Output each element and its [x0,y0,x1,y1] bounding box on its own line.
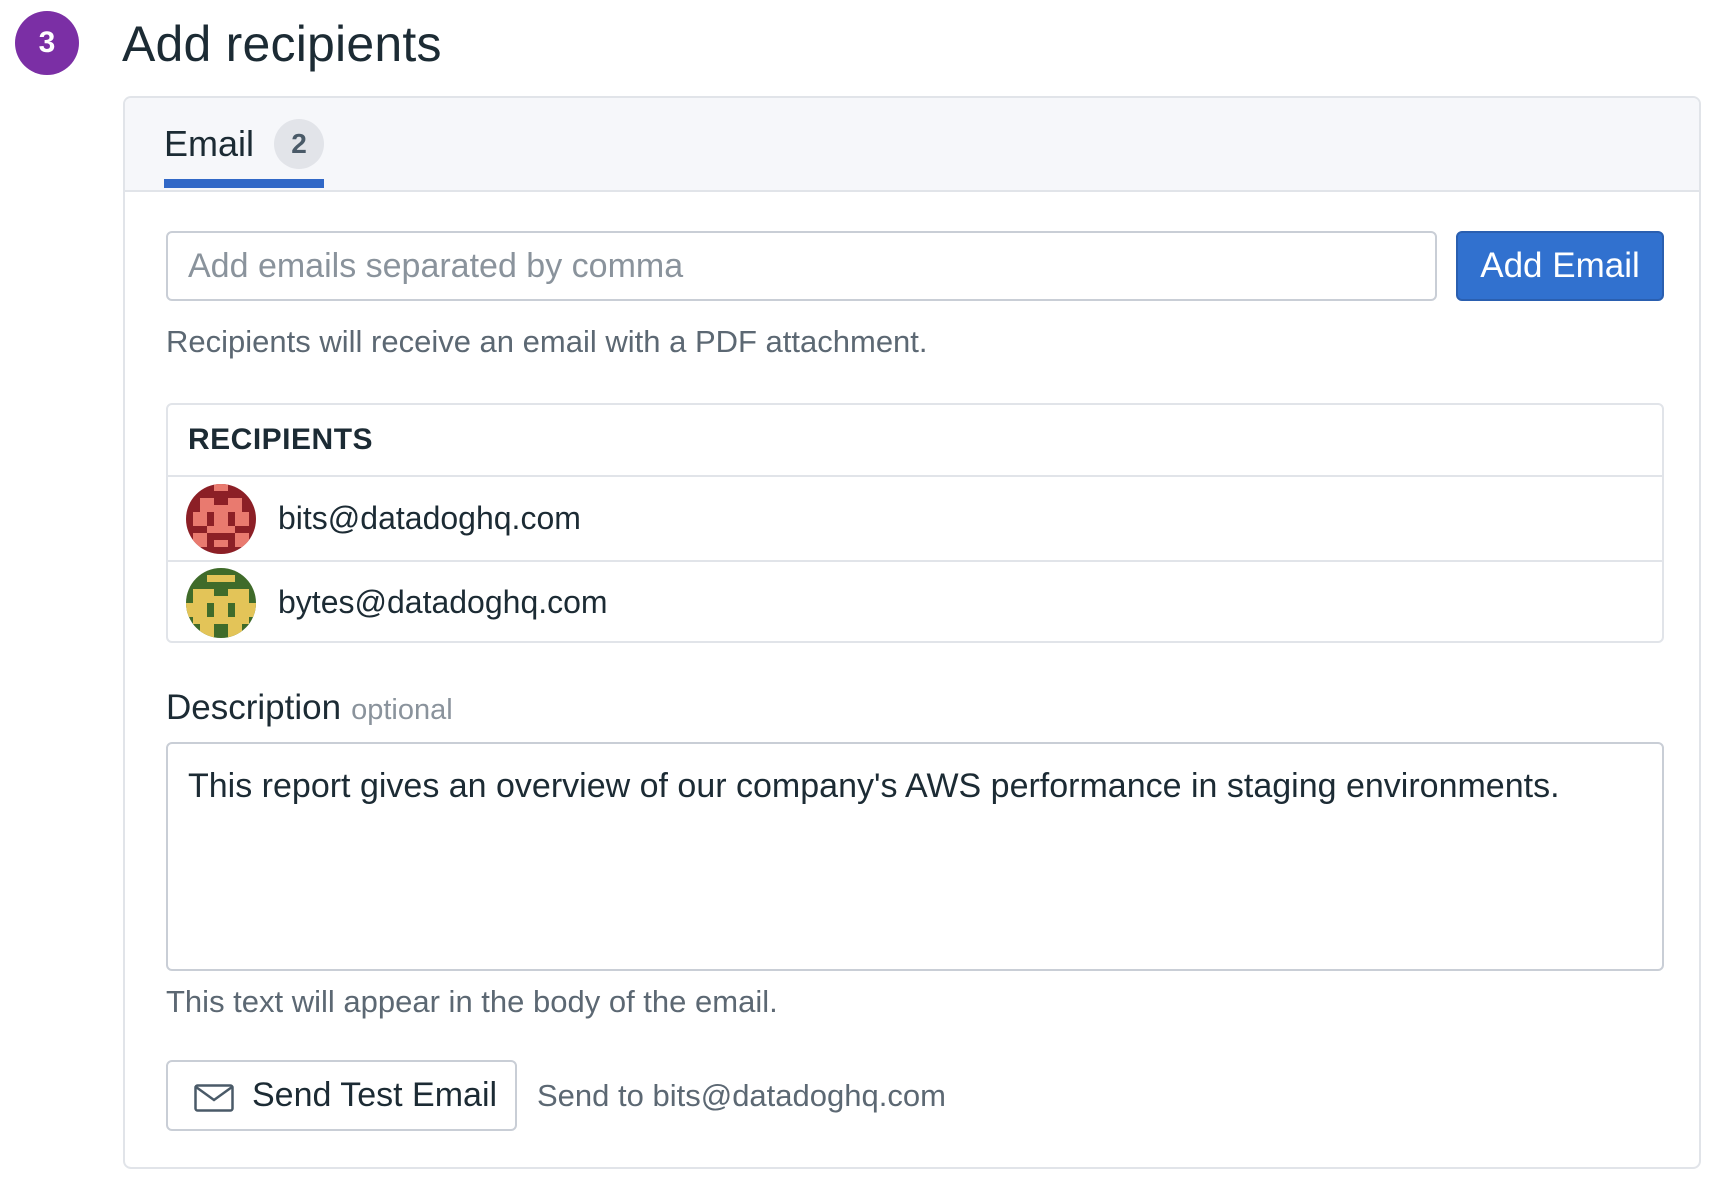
recipients-card: Email 2 Add Email Recipients will receiv… [123,96,1701,1169]
tab-bar: Email 2 [125,98,1699,192]
send-test-email-label: Send Test Email [252,1076,498,1114]
description-textarea[interactable]: This report gives an overview of our com… [166,742,1664,971]
description-label-text: Description [166,688,342,727]
recipients-list: RECIPIENTS bits@datadoghq.com bytes@data… [166,403,1664,643]
recipient-email: bytes@datadoghq.com [278,584,608,620]
tab-email-label: Email [164,123,255,164]
email-input[interactable] [166,231,1437,301]
description-optional-hint: optional [351,694,453,726]
tab-email-count-badge: 2 [274,119,325,169]
description-label: Description optional [166,688,453,728]
email-helper-text: Recipients will receive an email with a … [166,324,928,359]
tab-email[interactable]: Email 2 [164,98,325,190]
send-test-email-button[interactable]: Send Test Email [166,1060,517,1131]
add-email-button[interactable]: Add Email [1456,231,1664,301]
recipient-row: bytes@datadoghq.com [168,560,1662,641]
recipients-header: RECIPIENTS [168,405,1662,477]
description-helper-text: This text will appear in the body of the… [166,984,778,1019]
envelope-icon [194,1082,234,1112]
step-number-badge: 3 [15,11,79,75]
pixel-avatar-green-icon [186,567,256,638]
recipient-email: bits@datadoghq.com [278,500,581,536]
tab-active-indicator [164,179,324,188]
section-title: Add recipients [122,16,442,72]
pixel-avatar-red-icon [186,483,256,554]
recipient-row: bits@datadoghq.com [168,477,1662,560]
send-to-text: Send to bits@datadoghq.com [537,1078,946,1113]
